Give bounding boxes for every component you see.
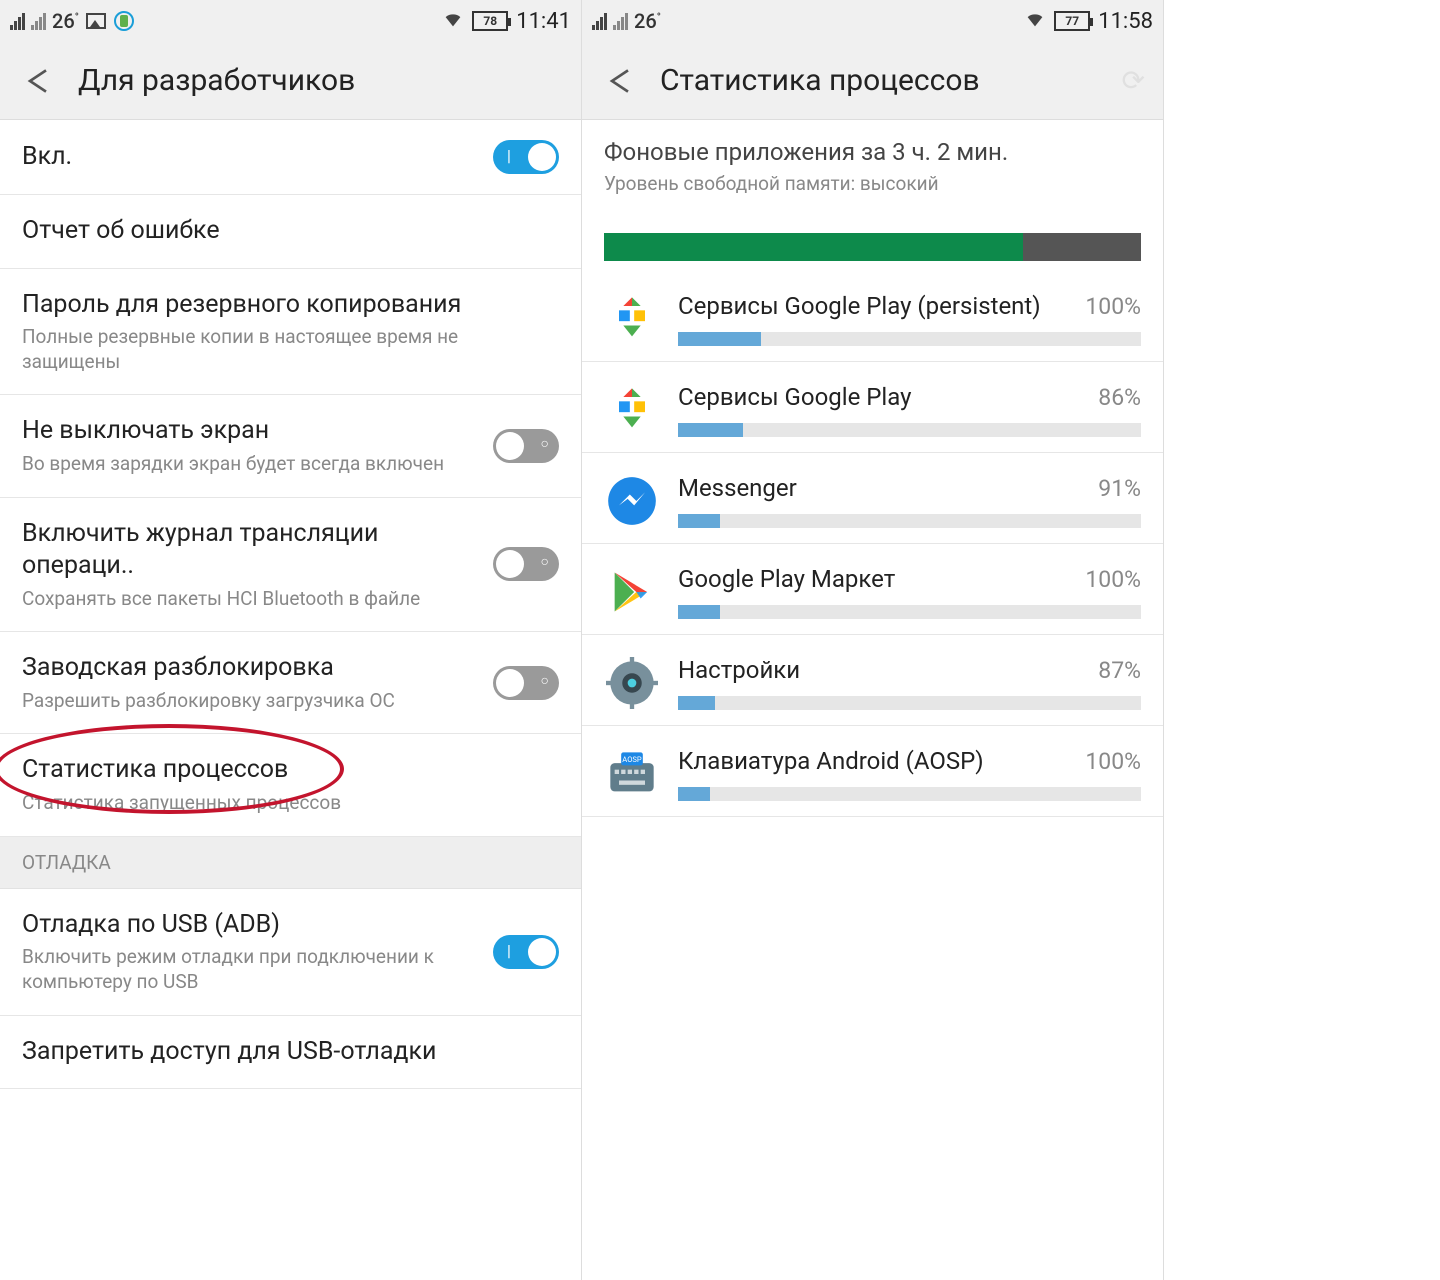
settings-item[interactable]: Отладка по USB (ADB)Включить режим отлад… xyxy=(0,889,581,1016)
process-name: Messenger xyxy=(678,474,1088,502)
refresh-icon[interactable]: ⟳ xyxy=(1122,64,1145,97)
settings-icon xyxy=(604,655,660,711)
process-percent: 100% xyxy=(1085,293,1141,320)
signal-icon xyxy=(592,12,607,30)
back-button[interactable] xyxy=(600,61,640,101)
process-bar xyxy=(678,423,1141,437)
stats-summary: Фоновые приложения за 3 ч. 2 мин. Уровен… xyxy=(582,120,1163,209)
memory-bar xyxy=(604,233,1141,261)
wifi-icon xyxy=(1024,8,1046,35)
temperature: 26° xyxy=(52,9,79,33)
process-bar xyxy=(678,332,1141,346)
settings-item[interactable]: Вкл. xyxy=(0,120,581,195)
svg-text:AOSP: AOSP xyxy=(622,755,642,764)
gallery-icon xyxy=(85,10,107,32)
process-name: Сервисы Google Play (persistent) xyxy=(678,292,1075,320)
item-subtitle: Статистика запущенных процессов xyxy=(22,791,559,816)
signal-icon xyxy=(10,12,25,30)
process-item[interactable]: Сервисы Google Play (persistent) 100% xyxy=(582,271,1163,362)
item-title: Статистика процессов xyxy=(22,754,559,787)
summary-title: Фоновые приложения за 3 ч. 2 мин. xyxy=(604,138,1141,166)
item-title: Заводская разблокировка xyxy=(22,652,493,685)
item-title: Не выключать экран xyxy=(22,415,493,448)
settings-item[interactable]: Включить журнал трансляции операци.. Сохр… xyxy=(0,498,581,633)
toggle-switch[interactable] xyxy=(493,666,559,700)
item-subtitle: Включить режим отладки при подключении к… xyxy=(22,945,493,994)
settings-item[interactable]: Пароль для резервного копированияПолные … xyxy=(0,269,581,396)
summary-caption: Уровень свободной памяти: высокий xyxy=(604,172,1141,195)
app-bar: Статистика процессов ⟳ xyxy=(582,42,1163,120)
item-subtitle: Во время зарядки экран будет всегда вклю… xyxy=(22,452,493,477)
toggle-switch[interactable] xyxy=(493,429,559,463)
process-name: Настройки xyxy=(678,656,1088,684)
process-item[interactable]: Настройки 87% xyxy=(582,635,1163,726)
item-title: Вкл. xyxy=(22,141,493,174)
item-title: Отчет об ошибке xyxy=(22,215,559,248)
play-services-icon xyxy=(604,291,660,347)
play-services-icon xyxy=(604,382,660,438)
status-bar: 26° 78 11:41 xyxy=(0,0,581,42)
screen-developer-options: 26° 78 11:41 Для разработчиков Вкл. Отчет… xyxy=(0,0,582,1280)
wifi-icon xyxy=(442,8,464,35)
play-store-icon xyxy=(604,564,660,620)
process-percent: 100% xyxy=(1085,566,1141,593)
process-name: Сервисы Google Play xyxy=(678,383,1088,411)
item-title: Запретить доступ для USB-отладки xyxy=(22,1036,559,1069)
signal-icon-2 xyxy=(31,12,46,30)
settings-item[interactable]: Заводская разблокировка Разрешить разблок… xyxy=(0,632,581,734)
process-bar xyxy=(678,514,1141,528)
item-title: Включить журнал трансляции операци.. xyxy=(22,518,493,583)
battery-icon: 78 xyxy=(472,11,508,31)
toggle-switch[interactable] xyxy=(493,547,559,581)
process-bar xyxy=(678,605,1141,619)
keyboard-icon: AOSP xyxy=(604,746,660,802)
page-title: Статистика процессов xyxy=(660,63,980,98)
status-bar: 26° 77 11:58 xyxy=(582,0,1163,42)
process-item[interactable]: Google Play Маркет 100% xyxy=(582,544,1163,635)
process-list[interactable]: Сервисы Google Play (persistent)100%Серв… xyxy=(582,271,1163,817)
process-percent: 100% xyxy=(1085,748,1141,775)
clock: 11:41 xyxy=(516,9,571,34)
section-header-debug: ОТЛАДКА xyxy=(0,837,581,889)
temperature: 26° xyxy=(634,9,661,33)
settings-item[interactable]: Отчет об ошибке xyxy=(0,195,581,269)
process-percent: 91% xyxy=(1098,475,1141,502)
process-item[interactable]: AOSP Клавиатура Android (AOSP) 100% xyxy=(582,726,1163,817)
battery-icon: 77 xyxy=(1054,11,1090,31)
clock: 11:58 xyxy=(1098,9,1153,34)
process-bar xyxy=(678,787,1141,801)
process-item[interactable]: Messenger 91% xyxy=(582,453,1163,544)
app-bar: Для разработчиков xyxy=(0,42,581,120)
messenger-icon xyxy=(604,473,660,529)
toggle-switch[interactable] xyxy=(493,140,559,174)
item-subtitle: Разрешить разблокировку загрузчика ОС xyxy=(22,689,493,714)
item-title: Отладка по USB (ADB) xyxy=(22,909,493,942)
process-name: Клавиатура Android (AOSP) xyxy=(678,747,1075,775)
settings-item[interactable]: Не выключать экран Во время зарядки экран… xyxy=(0,395,581,497)
settings-item[interactable]: Запретить доступ для USB-отладки xyxy=(0,1016,581,1090)
toggle-switch[interactable] xyxy=(493,935,559,969)
process-percent: 87% xyxy=(1098,657,1141,684)
item-subtitle: Полные резервные копии в настоящее время… xyxy=(22,325,559,374)
signal-icon-2 xyxy=(613,12,628,30)
process-bar xyxy=(678,696,1141,710)
process-name: Google Play Маркет xyxy=(678,565,1075,593)
memory-bar-fill xyxy=(604,233,1023,261)
back-button[interactable] xyxy=(18,61,58,101)
app-circle-icon xyxy=(113,10,135,32)
process-percent: 86% xyxy=(1098,384,1141,411)
item-subtitle: Сохранять все пакеты HCI Bluetooth в фай… xyxy=(22,587,493,612)
item-title: Пароль для резервного копирования xyxy=(22,289,559,322)
page-title: Для разработчиков xyxy=(78,63,355,98)
settings-item[interactable]: Статистика процессов Статистика запущенны… xyxy=(0,734,581,836)
settings-list[interactable]: Вкл. Отчет об ошибке Пароль для резервного… xyxy=(0,120,581,1280)
screen-process-stats: 26° 77 11:58 Статистика процессов ⟳ Фоно… xyxy=(582,0,1164,1280)
process-item[interactable]: Сервисы Google Play 86% xyxy=(582,362,1163,453)
